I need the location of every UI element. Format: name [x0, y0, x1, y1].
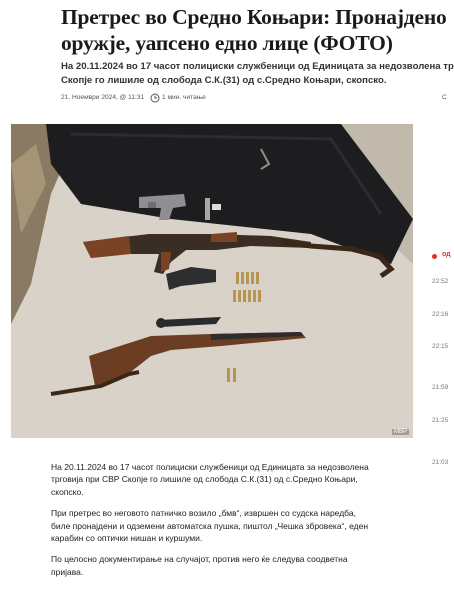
feed-time[interactable]: 22:15 [432, 343, 448, 350]
live-dot [432, 254, 437, 259]
feed-time[interactable]: 21:03 [432, 459, 448, 466]
lead-line-1: На 20.11.2024 во 17 часот полициски служ… [61, 61, 454, 72]
photo-credit: МВР [391, 429, 409, 435]
read-time: 1 мин. читање [162, 94, 206, 101]
feed-time[interactable]: 22:16 [432, 311, 448, 318]
article-photo[interactable]: МВР [11, 124, 413, 438]
live-label[interactable]: од [442, 251, 451, 258]
share-label[interactable]: С [442, 94, 447, 101]
article-body: На 20.11.2024 во 17 часот полициски служ… [51, 461, 371, 587]
clock-icon [150, 93, 160, 103]
body-paragraph: По целосно документирање на случајот, пр… [51, 554, 348, 577]
feed-time[interactable]: 21:25 [432, 417, 448, 424]
article-lead: На 20.11.2024 во 17 часот полициски служ… [61, 60, 454, 87]
feed-time[interactable]: 21:59 [432, 384, 448, 391]
lead-line-2: Скопје го лишиле од слобода С.К.(31) од … [61, 74, 387, 86]
article-title: Претрес во Средно Коњари: Пронајдено ору… [61, 5, 447, 55]
feed-time[interactable]: 22:52 [432, 278, 448, 285]
publish-date: 21. Ноември 2024, @ 11:31 [61, 94, 145, 101]
body-paragraph: При претрес во неговото патничко возило … [51, 508, 369, 544]
news-feed-sidebar: од 22:52 22:16 22:15 21:59 21:25 21:03 [430, 240, 454, 480]
body-paragraph: На 20.11.2024 во 17 часот полициски служ… [51, 462, 369, 497]
article-meta: 21. Ноември 2024, @ 11:31 1 мин. читање … [61, 93, 454, 105]
